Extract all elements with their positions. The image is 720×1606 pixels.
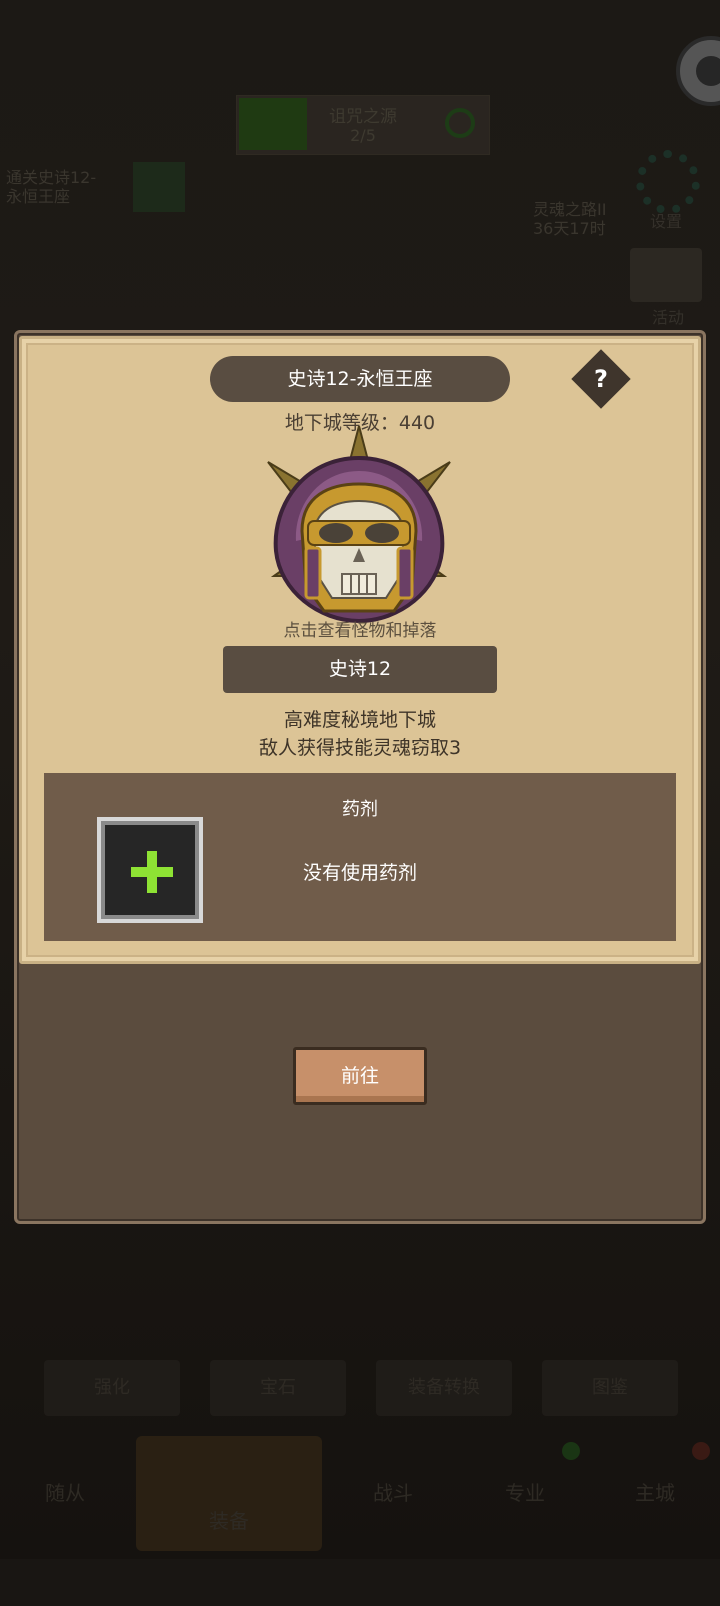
bottom-nav: 随从 装备 战斗 专业 主城 <box>0 1436 720 1559</box>
nav-battle[interactable]: 战斗 <box>328 1436 458 1551</box>
refresh-icon[interactable] <box>445 108 475 138</box>
potion-status: 没有使用药剂 <box>302 862 417 884</box>
quest-line-1: 通关史诗12- <box>6 168 97 187</box>
nav-equipment[interactable]: 装备 <box>136 1436 322 1551</box>
event-icon[interactable] <box>630 248 702 302</box>
tab-equip-convert[interactable]: 装备转换 <box>376 1360 512 1416</box>
sub-tabs: 强化 宝石 装备转换 图鉴 <box>0 1360 720 1418</box>
settings-icon[interactable] <box>636 150 700 214</box>
soul-road-event[interactable]: 灵魂之路II 36天17时 <box>533 200 606 238</box>
soul-road-title: 灵魂之路II <box>533 200 607 219</box>
quest-tracker[interactable]: 通关史诗12- 永恒王座 <box>6 168 96 206</box>
notification-dot <box>692 1442 710 1460</box>
difficulty-label: 史诗12 <box>223 646 497 693</box>
event-label: 活动 <box>652 308 685 327</box>
help-button[interactable]: ? <box>571 349 631 409</box>
tab-gems[interactable]: 宝石 <box>210 1360 346 1416</box>
settings-label: 设置 <box>650 212 683 231</box>
quest-line-2: 永恒王座 <box>6 187 71 206</box>
nav-followers[interactable]: 随从 <box>0 1436 130 1551</box>
soul-road-timer: 36天17时 <box>533 219 606 238</box>
go-button[interactable]: 前往 <box>293 1047 427 1105</box>
view-monsters-hint[interactable]: 点击查看怪物和掉落 <box>0 616 720 641</box>
boss-skull-icon[interactable] <box>264 426 454 626</box>
tab-enhance[interactable]: 强化 <box>44 1360 180 1416</box>
dungeon-title: 史诗12-永恒王座 <box>210 356 510 402</box>
tab-codex[interactable]: 图鉴 <box>542 1360 678 1416</box>
enemy-skill-description: 敌人获得技能灵魂窃取3 <box>258 737 462 759</box>
notification-dot <box>562 1442 580 1460</box>
quest-icon[interactable] <box>133 162 185 212</box>
dungeon-description: 高难度秘境地下城 <box>283 709 436 731</box>
question-icon: ? <box>594 365 608 393</box>
